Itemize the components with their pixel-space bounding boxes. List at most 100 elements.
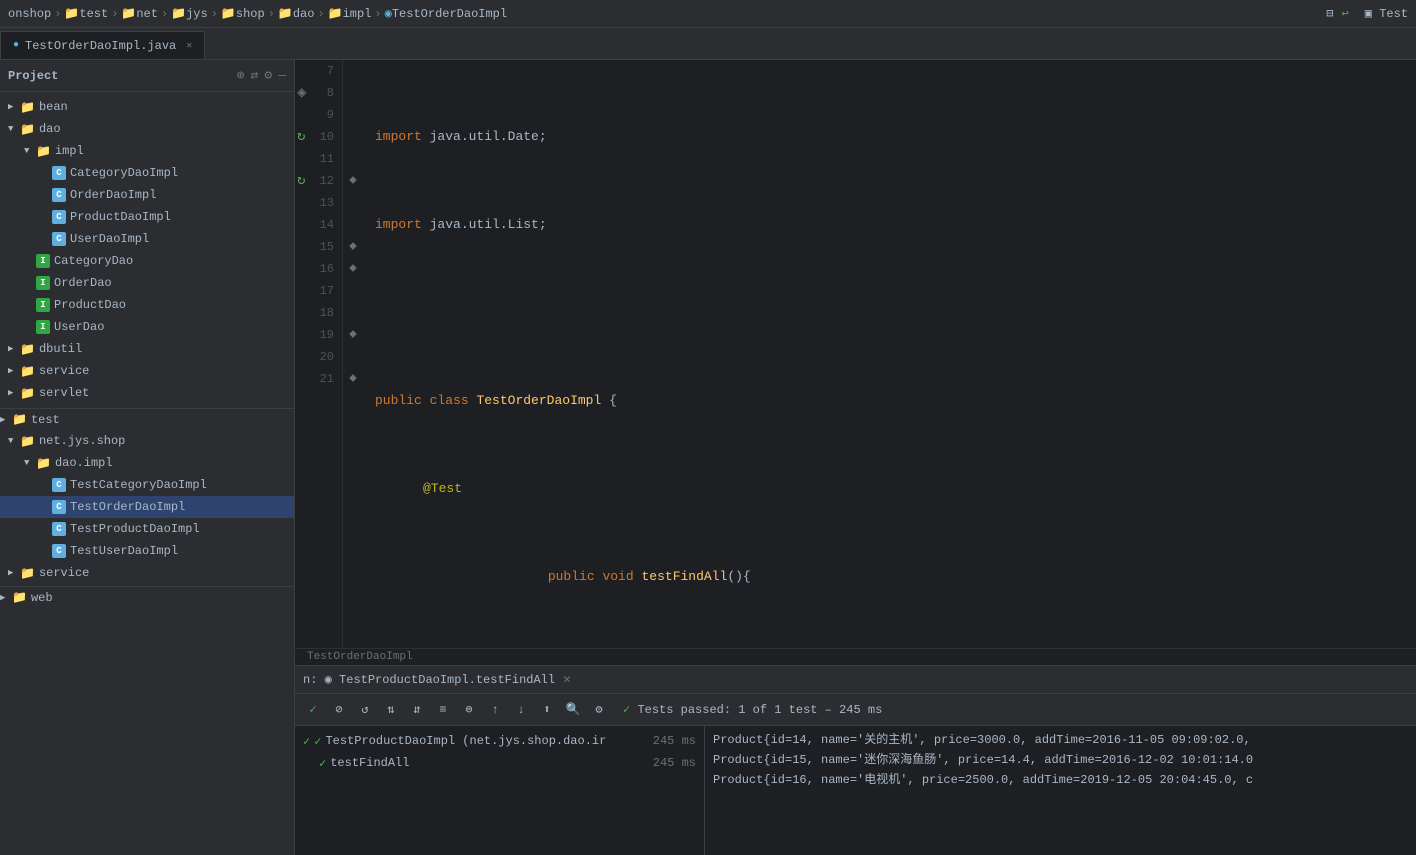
rerun-icon[interactable]: ↺: [355, 700, 375, 720]
check-icon2: ✓: [314, 734, 321, 749]
java-icon: C: [52, 210, 66, 224]
sidebar-item-testorderdaoimpl[interactable]: ▶ C TestOrderDaoImpl: [0, 496, 294, 518]
line-number-8: ◈ 8: [299, 82, 334, 104]
console-line-3: Product{id=16, name='电视机', price=2500.0,…: [713, 770, 1408, 790]
breadcrumb-impl[interactable]: impl: [343, 7, 372, 21]
sidebar-item-label: dao: [39, 122, 61, 136]
arrow-right-icon: ▶: [8, 388, 20, 398]
align-icon[interactable]: ≡: [433, 700, 453, 720]
gutter-21: ⬥: [343, 368, 363, 390]
sidebar-item-orderdaoimpl[interactable]: ▶ C OrderDaoImpl: [0, 184, 294, 206]
arrow-down-icon: ▼: [24, 146, 36, 156]
export-icon[interactable]: ⬆: [537, 700, 557, 720]
sidebar-collapse-icon[interactable]: ⇄: [251, 68, 259, 83]
breadcrumb-onshop[interactable]: onshop: [8, 7, 51, 21]
breadcrumb-jys[interactable]: jys: [186, 7, 208, 21]
code-lines: import java.util.Date; import java.util.…: [363, 60, 1416, 648]
sidebar-item-daoimpl[interactable]: ▼ 📁 dao.impl: [0, 452, 294, 474]
breadcrumb-test[interactable]: test: [79, 7, 108, 21]
breadcrumb-dao[interactable]: dao: [293, 7, 315, 21]
sidebar-item-dao[interactable]: ▼ 📁 dao: [0, 118, 294, 140]
sidebar-header-icons: ⊕ ⇄ ⚙ —: [237, 68, 286, 83]
sort-desc-icon[interactable]: ⇵: [407, 700, 427, 720]
sidebar-item-netjysshop[interactable]: ▼ 📁 net.jys.shop: [0, 430, 294, 452]
line-number-17: 17: [299, 280, 334, 302]
sidebar-item-testproductdaoimpl[interactable]: ▶ C TestProductDaoImpl: [0, 518, 294, 540]
sidebar-item-service2[interactable]: ▶ 📁 service: [0, 562, 294, 584]
fold-icon-19[interactable]: ⬥: [349, 329, 357, 341]
arrow-right-icon: ▶: [0, 415, 12, 425]
tab-close-button[interactable]: ✕: [186, 40, 192, 52]
sidebar-item-test[interactable]: ▶ 📁 test: [0, 408, 294, 430]
sidebar-item-label: ProductDao: [54, 298, 126, 312]
sidebar-item-web[interactable]: ▶ 📁 web: [0, 586, 294, 608]
interface-icon: I: [36, 254, 50, 268]
java-icon: C: [52, 522, 66, 536]
tab-testorderdaoimpl[interactable]: ● TestOrderDaoImpl.java ✕: [0, 31, 205, 59]
sidebar-item-productdaoimpl[interactable]: ▶ C ProductDaoImpl: [0, 206, 294, 228]
sidebar-item-servlet[interactable]: ▶ 📁 servlet: [0, 382, 294, 404]
filter-icon[interactable]: ⊜: [459, 700, 479, 720]
window-tab-icon[interactable]: ▣ Test: [1365, 6, 1408, 21]
sort-asc-icon[interactable]: ⇅: [381, 700, 401, 720]
sidebar-item-testcategorydaoimpl[interactable]: ▶ C TestCategoryDaoImpl: [0, 474, 294, 496]
sidebar-item-testuserdaoimpl[interactable]: ▶ C TestUserDaoImpl: [0, 540, 294, 562]
line-number-18: 18: [299, 302, 334, 324]
fold-icon-12[interactable]: ⬥: [349, 175, 357, 187]
test-tree: ✓ ✓ TestProductDaoImpl (net.jys.shop.dao…: [295, 726, 705, 855]
up-icon[interactable]: ↑: [485, 700, 505, 720]
sidebar-item-productdao[interactable]: ▶ I ProductDao: [0, 294, 294, 316]
breadcrumb-folder-icon3: 📁: [171, 6, 186, 21]
stop-icon[interactable]: ⊘: [329, 700, 349, 720]
sidebar-gear-icon[interactable]: ⊕: [237, 68, 245, 83]
code-content[interactable]: 7 ◈ 8 9 ↻ 10 11: [295, 60, 1416, 648]
line-number-7: 7: [299, 60, 334, 82]
folder-icon: 📁: [12, 590, 27, 605]
breadcrumb-shop[interactable]: shop: [236, 7, 265, 21]
down-icon[interactable]: ↓: [511, 700, 531, 720]
line-numbers: 7 ◈ 8 9 ↻ 10 11: [295, 60, 343, 648]
project-tree: ▶ 📁 bean ▼ 📁 dao ▼ 📁 impl ▶ C CategoryDa…: [0, 92, 294, 855]
bottom-toolbar: ✓ ⊘ ↺ ⇅ ⇵ ≡ ⊜ ↑ ↓ ⬆ 🔍 ⚙ ✓ Tests passed: …: [295, 694, 1416, 726]
interface-icon: I: [36, 276, 50, 290]
sidebar-item-dbutil[interactable]: ▶ 📁 dbutil: [0, 338, 294, 360]
gutter-16: ⬥: [343, 258, 363, 280]
test-item-productdaoimpl[interactable]: ✓ ✓ TestProductDaoImpl (net.jys.shop.dao…: [295, 730, 704, 752]
sidebar-item-orderdao[interactable]: ▶ I OrderDao: [0, 272, 294, 294]
gutter-17: [343, 280, 363, 302]
line-number-20: 20: [299, 346, 334, 368]
sidebar-item-categorydaoimpl[interactable]: ▶ C CategoryDaoImpl: [0, 162, 294, 184]
sidebar-item-userdaoimpl[interactable]: ▶ C UserDaoImpl: [0, 228, 294, 250]
sidebar-item-service[interactable]: ▶ 📁 service: [0, 360, 294, 382]
window-restore-icon[interactable]: ⊟: [1326, 6, 1333, 21]
breadcrumb-folder-icon4: 📁: [221, 6, 236, 21]
fold-icon-16[interactable]: ⬥: [349, 263, 357, 275]
sidebar-item-label: net.jys.shop: [39, 434, 125, 448]
main-layout: Project ⊕ ⇄ ⚙ — ▶ 📁 bean ▼ 📁 dao: [0, 60, 1416, 855]
window-back-icon[interactable]: ↩: [1342, 6, 1349, 21]
sidebar-minimize-icon[interactable]: —: [278, 68, 286, 83]
test-item-label: testFindAll: [330, 756, 409, 770]
folder-icon: 📁: [36, 456, 51, 471]
sidebar-settings-icon[interactable]: ⚙: [264, 68, 272, 83]
gutter-11: [343, 148, 363, 170]
bottom-tab-close[interactable]: ✕: [563, 672, 571, 687]
console-line-1: Product{id=14, name='关的主机', price=3000.0…: [713, 730, 1408, 750]
sidebar-item-bean[interactable]: ▶ 📁 bean: [0, 96, 294, 118]
sidebar-item-userdao[interactable]: ▶ I UserDao: [0, 316, 294, 338]
java-icon: C: [52, 166, 66, 180]
java-icon: C: [52, 188, 66, 202]
settings-icon[interactable]: ⚙: [589, 700, 609, 720]
sidebar-item-categorydao[interactable]: ▶ I CategoryDao: [0, 250, 294, 272]
test-item-testfindall[interactable]: ✓ testFindAll 245 ms: [295, 752, 704, 774]
fold-icon-21[interactable]: ⬥: [349, 373, 357, 385]
gutter-19: ⬥: [343, 324, 363, 346]
search-icon[interactable]: 🔍: [563, 700, 583, 720]
bottom-tab-file[interactable]: ◉ TestProductDaoImpl.testFindAll: [325, 673, 555, 687]
sidebar-item-impl[interactable]: ▼ 📁 impl: [0, 140, 294, 162]
fold-icon-15[interactable]: ⬥: [349, 241, 357, 253]
breadcrumb-folder-icon2: 📁: [121, 6, 136, 21]
check-icon: ✓: [303, 734, 310, 749]
breadcrumb-file[interactable]: TestOrderDaoImpl: [392, 7, 507, 21]
breadcrumb-net[interactable]: net: [136, 7, 158, 21]
